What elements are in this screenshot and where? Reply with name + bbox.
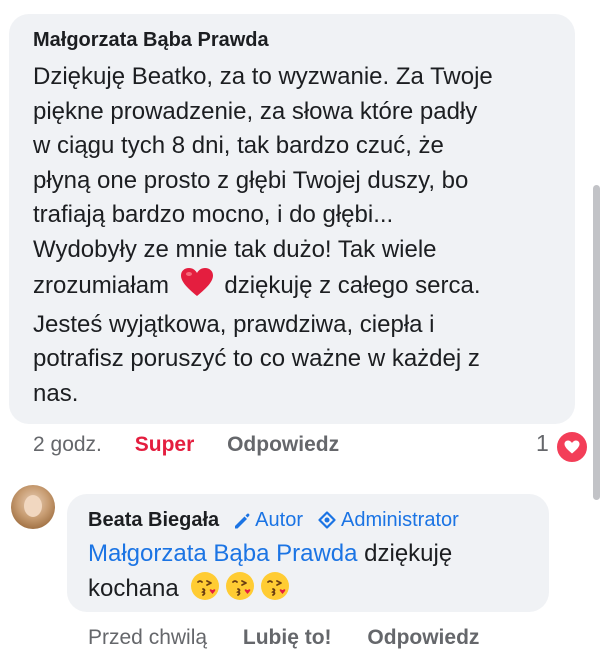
reply-line: kochana bbox=[88, 571, 538, 611]
comment-line-part: dziękuję z całego serca. bbox=[224, 272, 481, 299]
comment-line: potrafisz poruszyć to co ważne w każdej … bbox=[33, 345, 480, 372]
reply-line-part: dziękuję bbox=[364, 540, 453, 567]
reply-line: Małgorzata Bąba Prawda dziękuję bbox=[88, 537, 538, 571]
shield-star-icon bbox=[318, 510, 336, 529]
mention-link[interactable]: Małgorzata Bąba Prawda bbox=[88, 540, 357, 567]
comment-timestamp[interactable]: 2 godz. bbox=[33, 433, 102, 456]
like-button[interactable]: Lubię to! bbox=[243, 626, 332, 649]
face-blowing-kiss-icon bbox=[225, 571, 255, 611]
reaction-count[interactable]: 1 bbox=[536, 430, 549, 457]
comment-line: Jesteś wyjątkowa, prawdziwa, ciepła i bbox=[33, 310, 435, 338]
comment-line: płyną one prosto z głębi Twojej duszy, b… bbox=[33, 166, 469, 194]
face-blowing-kiss-icon bbox=[260, 571, 290, 611]
scrollbar[interactable] bbox=[593, 185, 600, 500]
comment-text: Dziękuję Beatko, za to wyzwanie. Za Twoj… bbox=[33, 60, 563, 411]
reply-text: Małgorzata Bąba Prawda dziękuję kochana bbox=[88, 537, 538, 611]
comment-line: piękne prowadzenie, za słowa które padły bbox=[33, 97, 478, 125]
reply-timestamp[interactable]: Przed chwilą bbox=[88, 626, 207, 649]
pencil-icon bbox=[235, 513, 250, 528]
admin-badge[interactable]: Administrator bbox=[317, 509, 459, 532]
admin-badge-label: Administrator bbox=[340, 509, 459, 531]
comment-line: zrozumiałam dziękuję z całego serca. bbox=[33, 267, 563, 308]
comment-line: nas. bbox=[33, 379, 79, 407]
comment-author[interactable]: Małgorzata Bąba Prawda bbox=[33, 29, 269, 52]
face-blowing-kiss-icon bbox=[190, 571, 220, 611]
comment-actions: 2 godz. Super Odpowiedz bbox=[33, 433, 339, 457]
comment-line: trafiają bardzo mocno, i do głębi... bbox=[33, 201, 394, 228]
author-badge-label: Autor bbox=[255, 509, 303, 531]
comment-line: Wydobyły ze mnie tak dużo! Tak wiele bbox=[33, 235, 437, 263]
reaction-super-button[interactable]: Super bbox=[135, 433, 195, 456]
heart-reaction-icon[interactable] bbox=[555, 430, 589, 464]
avatar[interactable] bbox=[11, 485, 55, 529]
author-badge[interactable]: Autor bbox=[233, 509, 303, 532]
comment-line: w ciągu tych 8 dni, tak bardzo czuć, że bbox=[33, 132, 444, 159]
reply-author[interactable]: Beata Biegała bbox=[88, 509, 219, 532]
reply-actions: Przed chwilą Lubię to! Odpowiedz bbox=[88, 626, 479, 650]
comment-line-part: zrozumiałam bbox=[33, 272, 170, 299]
reply-button[interactable]: Odpowiedz bbox=[227, 433, 339, 456]
comment-line: Dziękuję Beatko, za to wyzwanie. Za Twoj… bbox=[33, 63, 493, 90]
red-heart-icon bbox=[180, 267, 214, 308]
reply-line-part: kochana bbox=[88, 575, 179, 602]
reply-button[interactable]: Odpowiedz bbox=[367, 626, 479, 649]
reply-header: Beata Biegała Autor Administrator bbox=[88, 509, 459, 532]
